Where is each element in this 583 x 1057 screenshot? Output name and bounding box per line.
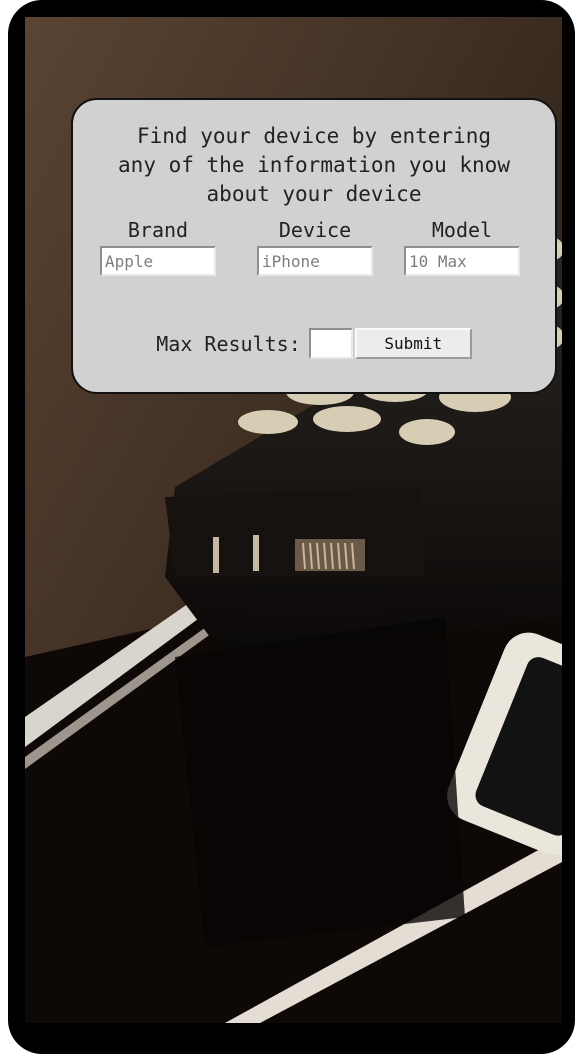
phone-frame: Find your device by entering any of the …	[8, 0, 575, 1054]
app-screen: Find your device by entering any of the …	[25, 17, 562, 1023]
device-label: Device	[278, 218, 352, 242]
brand-field-group: Brand	[98, 218, 218, 276]
device-field-group: Device	[255, 218, 375, 276]
model-input[interactable]	[404, 246, 520, 276]
model-field-group: Model	[402, 218, 522, 276]
max-results-input[interactable]	[308, 328, 353, 359]
max-results-row: Max Results: Submit	[73, 328, 555, 359]
model-label: Model	[431, 218, 493, 242]
brand-label: Brand	[127, 218, 189, 242]
intro-text: Find your device by entering any of the …	[118, 124, 510, 206]
submit-button[interactable]: Submit	[354, 328, 472, 359]
device-input[interactable]	[257, 246, 373, 276]
max-results-label: Max Results:	[156, 331, 301, 356]
device-search-form: Find your device by entering any of the …	[71, 98, 557, 394]
brand-input[interactable]	[100, 246, 216, 276]
